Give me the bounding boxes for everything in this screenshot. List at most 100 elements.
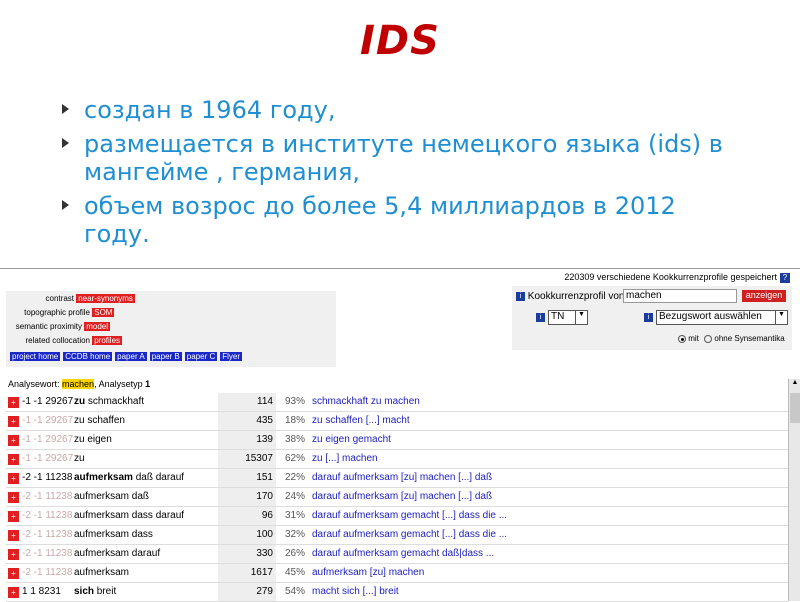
position-numbers: -1 -1 29267	[22, 415, 74, 426]
som-chip[interactable]: SOM	[92, 308, 115, 317]
table-row[interactable]: + -2 -1 11238 aufmerksam darauf 330 26% darau…	[6, 545, 788, 564]
radio-mit[interactable]	[678, 334, 686, 343]
position-numbers: -2 -1 11238	[22, 472, 73, 483]
frequency-count: 15307	[218, 450, 276, 468]
example-link[interactable]: zu schaffen [...] macht	[312, 415, 782, 426]
info-icon: i	[644, 313, 653, 322]
collocate-word: zu eigen	[74, 434, 112, 445]
chevron-down-icon: ▼	[775, 311, 787, 324]
plus-icon[interactable]: +	[8, 473, 19, 484]
position-numbers: -2 -1 11238	[22, 510, 73, 521]
plus-icon[interactable]: +	[8, 435, 19, 446]
frequency-count: 279	[218, 583, 276, 601]
percentage: 26%	[284, 548, 305, 559]
position-numbers: -2 -1 11238	[22, 548, 73, 559]
table-row[interactable]: + -2 -1 11238 aufmerksam daß darauf 151 22% d…	[6, 469, 788, 488]
table-row[interactable]: + -1 -1 29267 zu schmackhaft 114 93% schmackh…	[6, 393, 788, 412]
example-link[interactable]: darauf aufmerksam gemacht [...] dass die…	[312, 529, 782, 540]
plus-icon[interactable]: +	[8, 530, 19, 541]
collocate-word: aufmerksam daß darauf	[74, 472, 185, 483]
project-home-link[interactable]: project home	[10, 352, 61, 361]
near-synonyms-chip[interactable]: near-synonyms	[76, 294, 135, 303]
option-semantic: semantic proximity model	[15, 322, 111, 331]
plus-icon[interactable]: +	[8, 511, 19, 522]
tn-select[interactable]: TN ▼	[548, 310, 588, 325]
collocate-word: sich breit	[74, 586, 117, 597]
position-numbers: -2 -1 11238	[22, 529, 73, 540]
percentage: 32%	[284, 529, 305, 540]
synsemantika-radio-group: mit ohne Synsemantika	[678, 334, 785, 343]
example-link[interactable]: aufmerksam [zu] machen	[312, 567, 782, 578]
plus-icon[interactable]: +	[8, 454, 19, 465]
frequency-count: 435	[218, 412, 276, 430]
flyer-link[interactable]: Flyer	[220, 352, 243, 361]
table-row[interactable]: + -2 -1 11238 aufmerksam 1617 45% aufmerksam …	[6, 564, 788, 583]
percentage: 22%	[284, 472, 305, 483]
option-collocation: related collocation profiles	[25, 336, 123, 345]
show-button[interactable]: anzeigen	[742, 290, 786, 302]
collocate-word: zu schmackhaft	[74, 396, 145, 407]
table-row[interactable]: + -1 -1 29267 zu 15307 62% zu [...] machen	[6, 450, 788, 469]
profiles-chip[interactable]: profiles	[92, 336, 123, 345]
plus-icon[interactable]: +	[8, 416, 19, 427]
example-link[interactable]: zu eigen gemacht	[312, 434, 782, 445]
plus-icon[interactable]: +	[8, 587, 19, 598]
percentage: 54%	[284, 586, 305, 597]
option-contrast: contrast near-synonyms	[45, 294, 135, 303]
paper-b-link[interactable]: paper B	[149, 352, 182, 361]
profile-input[interactable]: machen	[623, 289, 737, 303]
scroll-thumb[interactable]	[790, 393, 800, 423]
table-row[interactable]: + -2 -1 11238 aufmerksam dass 100 32% darauf …	[6, 526, 788, 545]
status-bar: 220309 verschiedene Kookkurrenzprofile g…	[564, 272, 790, 283]
plus-icon[interactable]: +	[8, 549, 19, 560]
status-text: 220309 verschiedene Kookkurrenzprofile g…	[564, 272, 777, 282]
example-link[interactable]: schmackhaft zu machen	[312, 396, 782, 407]
info-icon: i	[536, 313, 545, 322]
example-link[interactable]: darauf aufmerksam gemacht [...] dass die…	[312, 510, 782, 521]
bezugswort-select[interactable]: Bezugswort auswählen ▼	[656, 310, 788, 325]
position-numbers: -1 -1 29267	[22, 396, 74, 407]
frequency-count: 139	[218, 431, 276, 449]
collocate-word: aufmerksam darauf	[74, 548, 161, 559]
analysis-header: Analysewort: machen, Analysetyp 1	[8, 379, 151, 389]
example-link[interactable]: darauf aufmerksam [zu] machen [...] daß	[312, 491, 782, 502]
plus-icon[interactable]: +	[8, 397, 19, 408]
collocate-word: zu schaffen	[74, 415, 125, 426]
percentage: 18%	[284, 415, 305, 426]
percentage: 45%	[284, 567, 305, 578]
plus-icon[interactable]: +	[8, 492, 19, 503]
scroll-up-icon[interactable]: ▲	[789, 379, 800, 391]
help-icon[interactable]: ?	[780, 273, 790, 283]
example-link[interactable]: darauf aufmerksam gemacht daß|dass ...	[312, 548, 782, 559]
paper-c-link[interactable]: paper C	[184, 352, 218, 361]
paper-a-link[interactable]: paper A	[115, 352, 147, 361]
table-row[interactable]: + -1 -1 29267 zu schaffen 435 18% zu schaffen…	[6, 412, 788, 431]
frequency-count: 170	[218, 488, 276, 506]
example-link[interactable]: zu [...] machen	[312, 453, 782, 464]
bullet-list: создан в 1964 году, размещается в инстит…	[62, 96, 742, 254]
example-link[interactable]: darauf aufmerksam [zu] machen [...] daß	[312, 472, 782, 483]
scrollbar[interactable]: ▲	[788, 379, 800, 601]
table-row[interactable]: + -2 -1 11238 aufmerksam dass darauf 96 31% d…	[6, 507, 788, 526]
chevron-down-icon: ▼	[575, 311, 587, 324]
options-panel: contrast near-synonyms topographic profi…	[6, 291, 336, 367]
table-row[interactable]: + -2 -1 11238 aufmerksam daß 170 24% darauf a…	[6, 488, 788, 507]
bullet-item: размещается в институте немецкого языка …	[62, 130, 742, 186]
radio-ohne[interactable]	[704, 334, 713, 343]
table-row[interactable]: + -1 -1 29267 zu eigen 139 38% zu eigen gemac…	[6, 431, 788, 450]
position-numbers: -1 -1 29267	[22, 453, 74, 464]
ccdb-home-link[interactable]: CCDB home	[63, 352, 113, 361]
percentage: 31%	[284, 510, 305, 521]
slide-title: IDS	[360, 18, 440, 64]
frequency-count: 114	[218, 393, 276, 411]
collocate-word: aufmerksam daß	[74, 491, 150, 502]
plus-icon[interactable]: +	[8, 568, 19, 579]
table-row[interactable]: +1 1 8231 sich breit 279 54% macht sich [...…	[6, 583, 788, 602]
model-chip[interactable]: model	[84, 322, 111, 331]
percentage: 24%	[284, 491, 305, 502]
example-link[interactable]: macht sich [...] breit	[312, 586, 782, 597]
info-icon: i	[516, 291, 525, 301]
ccdb-screenshot: 220309 verschiedene Kookkurrenzprofile g…	[0, 268, 800, 602]
option-topographic: topographic profile SOM	[24, 308, 115, 317]
profile-label-row: i Kookkurrenzprofil von	[516, 291, 625, 302]
